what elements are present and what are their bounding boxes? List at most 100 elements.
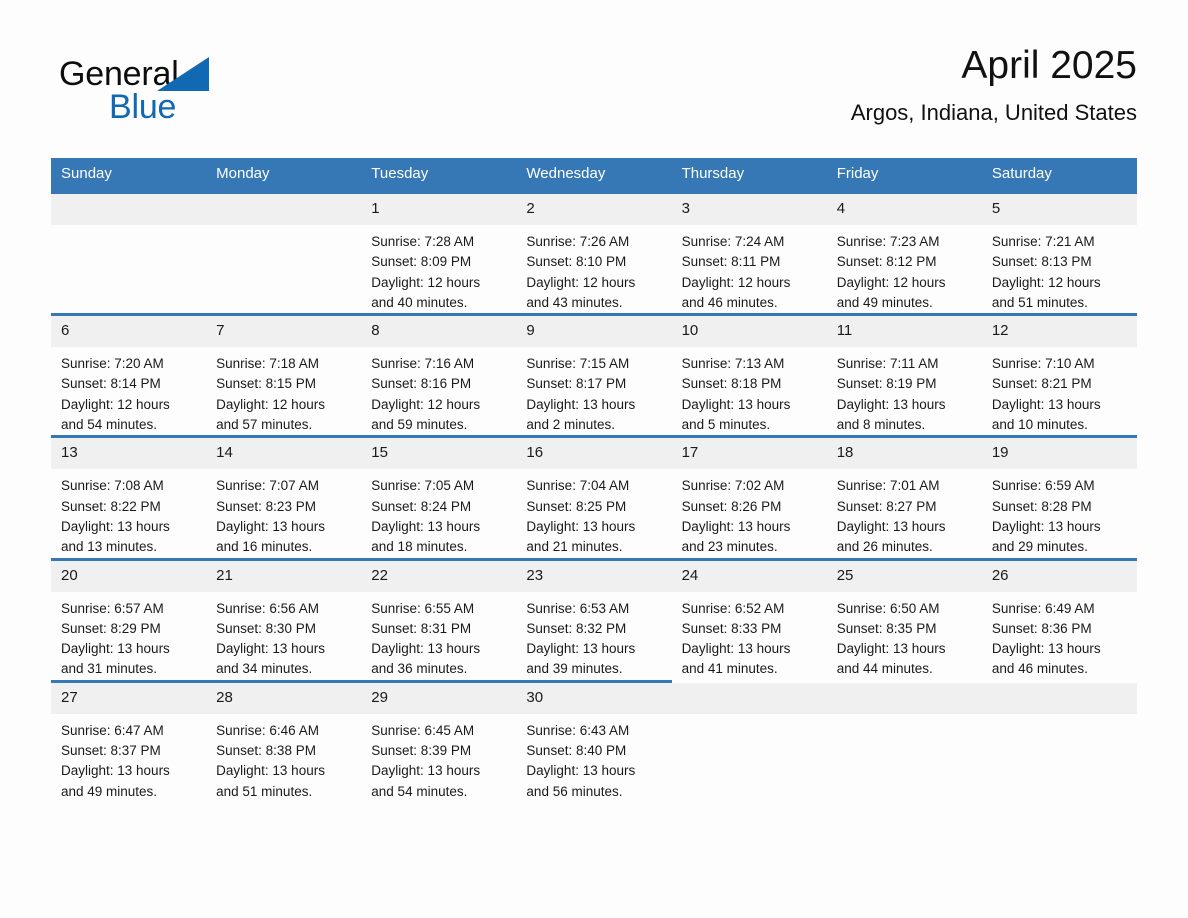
sunset-time: Sunset: 8:22 PM	[61, 498, 161, 514]
day-cell-inner: 4 Sunrise: 7:23 AM Sunset: 8:12 PM Daylight…	[826, 194, 982, 313]
calendar-day-cell[interactable]: 6 Sunrise: 7:20 AM Sunset: 8:14 PM Daylight…	[51, 313, 207, 437]
day-cell-inner: 17 Sunrise: 7:02 AM Sunset: 8:26 PM Dayligh…	[671, 438, 827, 557]
calendar-day-cell[interactable]: 12 Sunrise: 7:10 AM Sunset: 8:21 PM Dayligh…	[981, 313, 1137, 437]
day-number: 21	[206, 560, 362, 592]
calendar-day-cell[interactable]: 15 Sunrise: 7:05 AM Sunset: 8:24 PM Dayligh…	[361, 435, 517, 560]
day-sun-info: Sunrise: 6:47 AM Sunset: 8:37 PM Daylight:…	[51, 714, 206, 802]
day-cell-inner: 16 Sunrise: 7:04 AM Sunset: 8:25 PM Dayligh…	[516, 438, 672, 557]
daylight-duration-line1: Daylight: 13 hours	[371, 763, 481, 779]
calendar-day-cell[interactable]: 14 Sunrise: 7:07 AM Sunset: 8:23 PM Dayligh…	[206, 435, 362, 560]
calendar-day-cell[interactable]: 10 Sunrise: 7:13 AM Sunset: 8:18 PM Dayligh…	[671, 313, 827, 437]
day-number: 3	[671, 194, 827, 225]
page-subtitle: Argos, Indiana, United States	[850, 100, 1137, 125]
sunrise-time: Sunrise: 6:47 AM	[61, 722, 164, 738]
sunrise-time: Sunrise: 6:53 AM	[526, 600, 630, 616]
calendar-day-cell[interactable]: 26 Sunrise: 6:49 AM Sunset: 8:36 PM Dayligh…	[981, 557, 1137, 682]
calendar-day-cell[interactable]: 17 Sunrise: 7:02 AM Sunset: 8:26 PM Dayligh…	[671, 435, 827, 560]
calendar-day-cell[interactable]: 18 Sunrise: 7:01 AM Sunset: 8:27 PM Dayligh…	[826, 435, 982, 560]
calendar-day-cell[interactable]: 11 Sunrise: 7:11 AM Sunset: 8:19 PM Dayligh…	[826, 313, 982, 437]
daylight-duration-line2: and 39 minutes.	[526, 661, 623, 677]
sunrise-time: Sunrise: 7:24 AM	[681, 234, 785, 249]
day-cell-inner: 9 Sunrise: 7:15 AM Sunset: 8:17 PM Daylight…	[516, 316, 672, 435]
day-number: 28	[206, 682, 362, 714]
calendar-day-cell[interactable]: 4 Sunrise: 7:23 AM Sunset: 8:12 PM Daylight…	[826, 190, 982, 315]
day-cell-inner: 6 Sunrise: 7:20 AM Sunset: 8:14 PM Daylight…	[51, 316, 207, 435]
sunrise-time: Sunrise: 7:08 AM	[61, 478, 164, 494]
daylight-duration-line2: and 57 minutes.	[216, 417, 313, 433]
calendar-day-cell[interactable]: 22 Sunrise: 6:55 AM Sunset: 8:31 PM Dayligh…	[361, 557, 517, 682]
calendar-day-cell[interactable]: 13 Sunrise: 7:08 AM Sunset: 8:22 PM Dayligh…	[51, 435, 207, 560]
day-sun-info: Sunrise: 6:43 AM Sunset: 8:40 PM Daylight:…	[516, 714, 671, 802]
calendar-day-cell[interactable]: 16 Sunrise: 7:04 AM Sunset: 8:25 PM Dayligh…	[516, 435, 672, 560]
daylight-duration-line1: Daylight: 13 hours	[836, 518, 946, 534]
calendar-day-cell[interactable]: 8 Sunrise: 7:16 AM Sunset: 8:16 PM Daylight…	[361, 313, 517, 437]
calendar-day-cell[interactable]: 25 Sunrise: 6:50 AM Sunset: 8:35 PM Dayligh…	[826, 557, 982, 682]
day-number	[826, 682, 982, 714]
day-number	[51, 194, 207, 225]
calendar-day-cell[interactable]: 21 Sunrise: 6:56 AM Sunset: 8:30 PM Dayligh…	[206, 557, 362, 682]
day-sun-info: Sunrise: 6:46 AM Sunset: 8:38 PM Daylight:…	[206, 714, 361, 802]
calendar-day-cell[interactable]: 23 Sunrise: 6:53 AM Sunset: 8:32 PM Dayligh…	[516, 557, 672, 682]
daylight-duration-line1: Daylight: 13 hours	[526, 518, 636, 534]
daylight-duration-line1: Daylight: 13 hours	[526, 641, 636, 657]
day-cell-inner: 20 Sunrise: 6:57 AM Sunset: 8:29 PM Dayligh…	[51, 560, 207, 680]
day-sun-info: Sunrise: 7:08 AM Sunset: 8:22 PM Daylight:…	[51, 469, 206, 557]
day-sun-info: Sunrise: 7:23 AM Sunset: 8:12 PM Daylight:…	[827, 225, 982, 313]
sunrise-time: Sunrise: 7:26 AM	[526, 234, 630, 249]
calendar-cell-empty	[826, 679, 982, 802]
calendar-day-cell[interactable]: 7 Sunrise: 7:18 AM Sunset: 8:15 PM Daylight…	[206, 313, 362, 437]
daylight-duration-line1: Daylight: 13 hours	[991, 518, 1101, 534]
day-sun-info: Sunrise: 6:45 AM Sunset: 8:39 PM Daylight:…	[361, 714, 516, 802]
title-block: April 2025 Argos, Indiana, United States	[851, 42, 1137, 126]
calendar-day-cell[interactable]: 27 Sunrise: 6:47 AM Sunset: 8:37 PM Dayligh…	[51, 679, 207, 802]
day-number: 23	[516, 560, 672, 592]
weekday-header-saturday: Saturday	[981, 158, 1137, 193]
daylight-duration-line1: Daylight: 13 hours	[216, 763, 325, 779]
day-sun-info: Sunrise: 7:10 AM Sunset: 8:21 PM Daylight:…	[982, 347, 1137, 435]
day-sun-info: Sunrise: 7:15 AM Sunset: 8:17 PM Daylight:…	[516, 347, 671, 435]
general-blue-logo[interactable]: General Blue	[59, 54, 279, 132]
calendar-day-cell[interactable]: 29 Sunrise: 6:45 AM Sunset: 8:39 PM Dayligh…	[361, 679, 517, 802]
day-cell-inner: 10 Sunrise: 7:13 AM Sunset: 8:18 PM Dayligh…	[671, 316, 827, 435]
weekday-header-friday: Friday	[826, 158, 982, 193]
calendar-day-cell[interactable]: 9 Sunrise: 7:15 AM Sunset: 8:17 PM Daylight…	[516, 313, 672, 437]
daylight-duration-line1: Daylight: 12 hours	[371, 396, 481, 412]
day-cell-inner: 19 Sunrise: 6:59 AM Sunset: 8:28 PM Dayligh…	[981, 438, 1137, 557]
calendar-week-row: 20 Sunrise: 6:57 AM Sunset: 8:29 PM Dayligh…	[51, 557, 1137, 682]
daylight-duration-line1: Daylight: 13 hours	[991, 641, 1101, 657]
sunrise-time: Sunrise: 7:23 AM	[836, 234, 940, 249]
sunrise-time: Sunrise: 7:15 AM	[526, 356, 630, 372]
daylight-duration-line1: Daylight: 13 hours	[216, 641, 325, 657]
calendar-day-cell[interactable]: 5 Sunrise: 7:21 AM Sunset: 8:13 PM Daylight…	[981, 190, 1137, 315]
calendar-day-cell[interactable]: 3 Sunrise: 7:24 AM Sunset: 8:11 PM Daylight…	[671, 190, 827, 315]
sunrise-time: Sunrise: 7:07 AM	[216, 478, 319, 494]
daylight-duration-line2: and 10 minutes.	[991, 417, 1088, 433]
day-sun-info: Sunrise: 7:13 AM Sunset: 8:18 PM Daylight:…	[672, 347, 827, 435]
daylight-duration-line2: and 16 minutes.	[216, 539, 313, 555]
daylight-duration-line1: Daylight: 13 hours	[526, 763, 636, 779]
day-number: 26	[981, 560, 1137, 592]
day-sun-info: Sunrise: 7:20 AM Sunset: 8:14 PM Daylight:…	[51, 347, 206, 435]
calendar-day-cell[interactable]: 19 Sunrise: 6:59 AM Sunset: 8:28 PM Dayligh…	[981, 435, 1137, 560]
day-cell-inner: 1 Sunrise: 7:28 AM Sunset: 8:09 PM Daylight…	[361, 194, 517, 313]
sunset-time: Sunset: 8:38 PM	[216, 743, 316, 759]
daylight-duration-line2: and 31 minutes.	[61, 661, 158, 677]
daylight-duration-line1: Daylight: 12 hours	[216, 396, 325, 412]
calendar-day-cell[interactable]: 28 Sunrise: 6:46 AM Sunset: 8:38 PM Dayligh…	[206, 679, 362, 802]
calendar-day-cell[interactable]: 2 Sunrise: 7:26 AM Sunset: 8:10 PM Daylight…	[516, 190, 672, 315]
sunrise-time: Sunrise: 6:52 AM	[681, 600, 785, 616]
weekday-header-sunday: Sunday	[51, 158, 207, 193]
calendar-day-cell[interactable]: 20 Sunrise: 6:57 AM Sunset: 8:29 PM Dayligh…	[51, 557, 207, 682]
calendar-day-cell[interactable]: 1 Sunrise: 7:28 AM Sunset: 8:09 PM Daylight…	[361, 190, 517, 315]
day-number: 8	[361, 316, 517, 348]
logo-word-blue: Blue	[109, 88, 177, 126]
calendar-day-cell[interactable]: 24 Sunrise: 6:52 AM Sunset: 8:33 PM Dayligh…	[671, 557, 827, 682]
calendar-week-row: 1 Sunrise: 7:28 AM Sunset: 8:09 PM Daylight…	[51, 190, 1137, 315]
daylight-duration-line2: and 49 minutes.	[61, 783, 158, 799]
day-number: 6	[51, 316, 207, 348]
daylight-duration-line1: Daylight: 13 hours	[371, 518, 481, 534]
sunrise-time: Sunrise: 7:11 AM	[836, 356, 939, 372]
day-sun-info: Sunrise: 7:16 AM Sunset: 8:16 PM Daylight:…	[361, 347, 516, 435]
daylight-duration-line1: Daylight: 13 hours	[836, 396, 946, 412]
calendar-day-cell[interactable]: 30 Sunrise: 6:43 AM Sunset: 8:40 PM Dayligh…	[516, 679, 672, 802]
